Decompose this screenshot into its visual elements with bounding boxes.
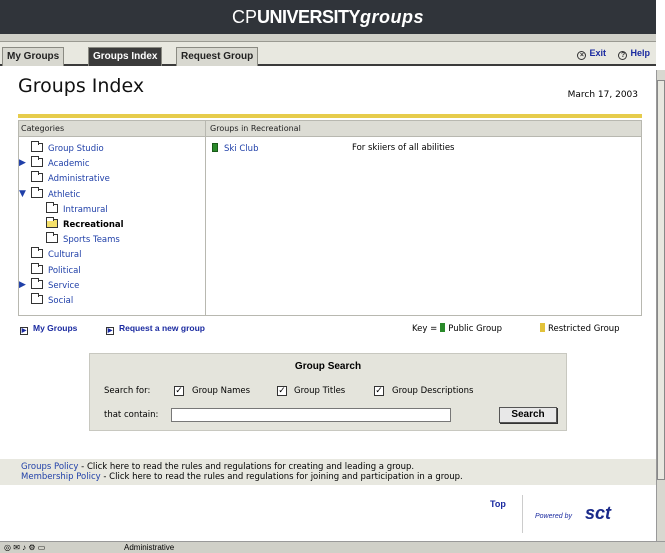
tab-request-group[interactable]: Request Group — [176, 47, 259, 66]
folder-icon — [31, 171, 43, 183]
category-item-athletic[interactable]: Athletic — [31, 186, 80, 202]
groups-policy-link[interactable]: Groups Policy — [21, 462, 78, 472]
groups-heading: Groups in Recreational — [210, 124, 301, 133]
category-item-group-studio[interactable]: Group Studio — [31, 141, 104, 156]
top-links: × Exit ? Help — [567, 48, 650, 60]
public-group-icon — [440, 323, 446, 332]
folder-icon — [46, 232, 58, 244]
search-input[interactable] — [171, 408, 451, 422]
groups-policy-row: Groups Policy - Click here to read the r… — [21, 462, 415, 472]
folder-icon — [46, 201, 58, 213]
folder-icon — [31, 247, 43, 259]
page-date: March 17, 2003 — [567, 90, 638, 100]
legend-key: Key = Public Group — [412, 323, 502, 334]
search-title: Group Search — [294, 361, 362, 372]
folder-icon — [31, 186, 43, 198]
category-item-social[interactable]: Social — [31, 293, 73, 308]
group-titles-label: Group Titles — [294, 386, 346, 396]
folder-icon — [31, 156, 43, 168]
expand-down-icon[interactable]: ▼ — [19, 189, 26, 199]
folder-icon — [31, 262, 43, 274]
checkbox-group-titles[interactable]: ✓ — [277, 386, 287, 396]
exit-link[interactable]: × Exit — [577, 48, 606, 60]
group-names-label: Group Names — [192, 386, 251, 396]
group-link-ski-club[interactable]: Ski Club — [212, 143, 258, 154]
group-description: For skiiers of all abilities — [352, 143, 455, 153]
category-item-recreational[interactable]: Recreational — [46, 217, 124, 232]
powered-by-logo: Powered by sct — [522, 495, 640, 533]
search-button[interactable]: Search — [499, 407, 557, 423]
brand-logo: CPUNIVERSITYgroups — [0, 0, 656, 34]
page-title: Groups Index — [18, 75, 145, 97]
category-item-cultural[interactable]: Cultural — [31, 247, 81, 262]
checkbox-group-descriptions[interactable]: ✓ — [374, 386, 384, 396]
folder-icon — [31, 141, 43, 152]
tab-groups-index[interactable]: Groups Index — [88, 47, 163, 66]
tab-my-groups[interactable]: My Groups — [2, 47, 65, 66]
categories-header: Categories Groups in Recreational — [19, 121, 641, 137]
folder-icon — [31, 293, 43, 304]
title-area: Groups Index — [18, 75, 144, 97]
gold-divider — [18, 114, 642, 118]
top-link[interactable]: Top — [490, 499, 506, 509]
legend-restricted: Restricted Group — [540, 323, 620, 334]
contain-label: that contain: — [104, 410, 159, 420]
membership-policy-row: Membership Policy - Click here to read t… — [21, 472, 463, 482]
group-descriptions-label: Group Descriptions — [392, 386, 474, 396]
status-text: Administrative — [124, 543, 175, 552]
sct-logo: sct — [585, 503, 612, 523]
category-item-political[interactable]: Political — [31, 262, 81, 278]
my-groups-link[interactable]: ▶ My Groups — [20, 323, 77, 335]
expand-right-icon[interactable]: ▶ — [19, 158, 26, 168]
status-icons: ◎ ✉ ♪ ⚙ ▭ — [4, 543, 46, 552]
search-for-label: Search for: — [104, 386, 151, 396]
page: CPUNIVERSITYgroups My Groups Groups Inde… — [0, 0, 656, 553]
category-item-intramural[interactable]: Intramural — [46, 201, 108, 217]
tab-bar: My Groups Groups Index Request Group — [0, 42, 656, 66]
public-group-icon — [212, 143, 218, 152]
category-item-service[interactable]: Service — [31, 277, 79, 293]
scrollbar-thumb[interactable] — [657, 80, 665, 480]
arrow-right-icon: ▶ — [106, 327, 114, 335]
folder-icon — [31, 277, 43, 289]
category-item-sports-teams[interactable]: Sports Teams — [46, 232, 120, 247]
close-icon: × — [577, 51, 587, 60]
help-link[interactable]: ? Help — [618, 48, 650, 60]
membership-policy-link[interactable]: Membership Policy — [21, 472, 101, 482]
checkbox-group-names[interactable]: ✓ — [174, 386, 184, 396]
category-item-administrative[interactable]: Administrative — [31, 171, 110, 186]
expand-right-icon[interactable]: ▶ — [19, 280, 26, 290]
banner: CPUNIVERSITYgroups — [0, 0, 656, 42]
folder-icon — [46, 217, 58, 228]
status-bar: ◎ ✉ ♪ ⚙ ▭ Administrative — [0, 541, 665, 553]
vertical-scrollbar[interactable] — [656, 70, 665, 543]
arrow-right-icon: ▶ — [20, 327, 28, 335]
category-item-academic[interactable]: Academic — [31, 156, 90, 171]
restricted-group-icon — [540, 323, 545, 332]
request-group-link[interactable]: ▶ Request a new group — [106, 323, 205, 335]
policy-section: Groups Policy - Click here to read the r… — [0, 459, 656, 485]
help-icon: ? — [618, 51, 628, 60]
group-search-box: Group Search Search for: ✓ Group Names ✓… — [89, 353, 567, 431]
panel-divider — [205, 121, 206, 316]
categories-heading: Categories — [21, 124, 65, 133]
